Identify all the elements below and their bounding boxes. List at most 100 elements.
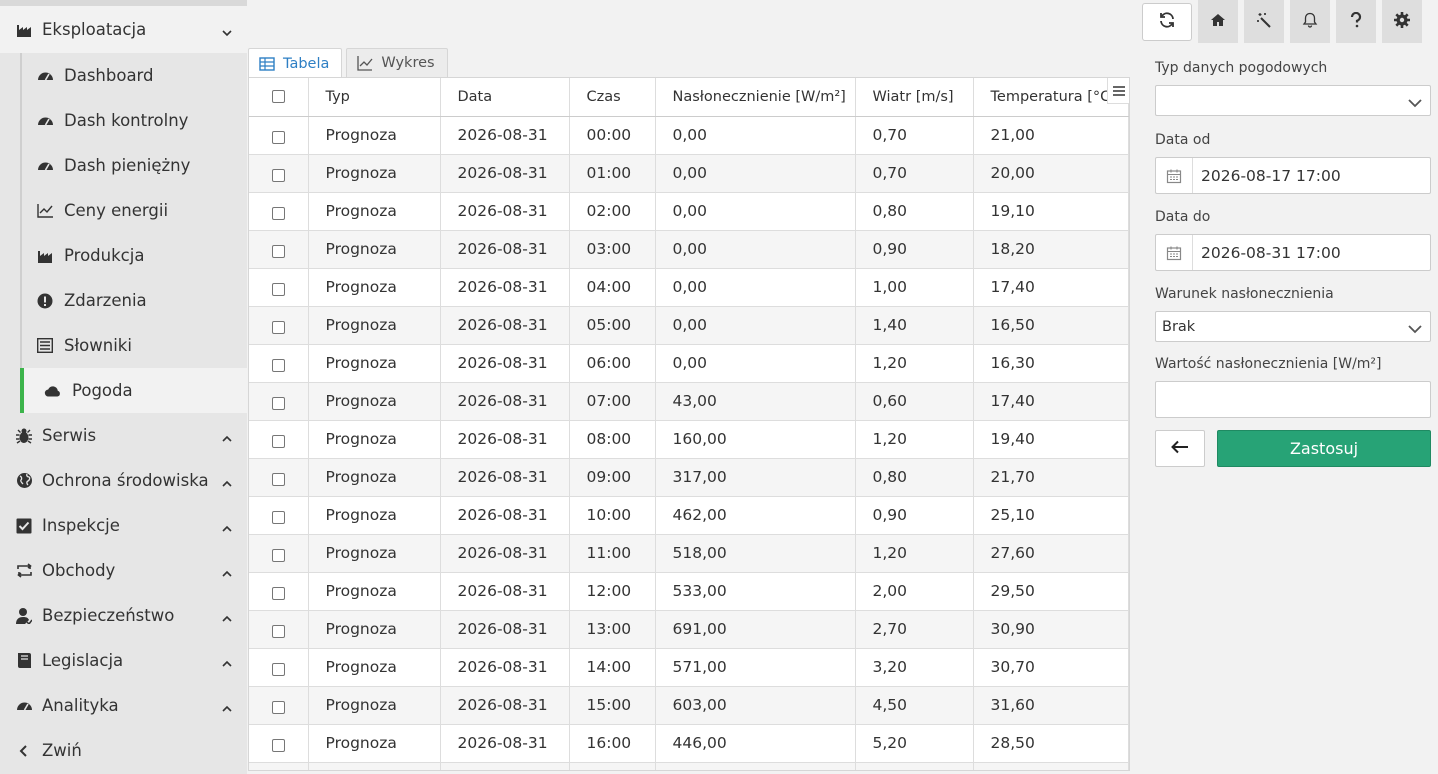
column-header-czas[interactable]: Czas bbox=[569, 78, 656, 117]
row-checkbox[interactable] bbox=[271, 359, 285, 372]
row-checkbox[interactable] bbox=[271, 435, 285, 448]
sidebar-section-serwis[interactable]: Serwis bbox=[0, 413, 247, 458]
sidebar-section-obchody[interactable]: Obchody bbox=[0, 548, 247, 593]
row-checkbox-cell[interactable] bbox=[249, 116, 309, 155]
row-checkbox[interactable] bbox=[271, 131, 285, 144]
column-header-naslonecznienie[interactable]: Nasłonecznienie [W/m²] bbox=[655, 78, 856, 117]
table-row[interactable]: Prognoza 2026-08-31 15:00 603,00 4,50 31,60 bbox=[249, 686, 1129, 725]
weather-type-select[interactable] bbox=[1155, 85, 1431, 116]
row-checkbox-cell[interactable] bbox=[249, 268, 309, 307]
row-checkbox-cell[interactable] bbox=[249, 382, 309, 421]
sidebar-item-dash-pieniężny[interactable]: Dash pieniężny bbox=[0, 143, 247, 188]
column-menu-button[interactable] bbox=[1107, 78, 1129, 104]
row-checkbox-cell[interactable] bbox=[249, 496, 309, 535]
row-checkbox[interactable] bbox=[271, 207, 285, 220]
table-row[interactable]: Prognoza 2026-08-31 02:00 0,00 0,80 19,10 bbox=[249, 192, 1129, 231]
row-checkbox-cell[interactable] bbox=[249, 420, 309, 459]
column-header-data[interactable]: Data bbox=[440, 78, 570, 117]
row-checkbox-cell[interactable] bbox=[249, 154, 309, 193]
row-checkbox[interactable] bbox=[271, 511, 285, 524]
row-checkbox-cell[interactable] bbox=[249, 344, 309, 383]
table-row[interactable]: Prognoza 2026-08-31 01:00 0,00 0,70 20,00 bbox=[249, 154, 1129, 193]
insolation-input[interactable] bbox=[1155, 381, 1431, 418]
tab-tabela[interactable]: Tabela bbox=[248, 48, 343, 78]
help-button[interactable] bbox=[1336, 0, 1376, 43]
table-row[interactable]: Prognoza 2026-08-31 05:00 0,00 1,40 16,50 bbox=[249, 306, 1129, 345]
tab-wykres[interactable]: Wykres bbox=[346, 48, 448, 77]
home-button[interactable] bbox=[1198, 0, 1238, 43]
select-all-checkbox-cell[interactable] bbox=[249, 78, 309, 117]
row-checkbox[interactable] bbox=[271, 663, 285, 676]
row-checkbox[interactable] bbox=[271, 397, 285, 410]
table-row[interactable]: Prognoza 2026-08-31 08:00 160,00 1,20 19,40 bbox=[249, 420, 1129, 459]
row-checkbox-cell[interactable] bbox=[249, 458, 309, 497]
row-checkbox[interactable] bbox=[271, 549, 285, 562]
row-checkbox-cell[interactable] bbox=[249, 724, 309, 763]
row-checkbox[interactable] bbox=[271, 169, 285, 182]
sidebar-item-zdarzenia[interactable]: Zdarzenia bbox=[0, 278, 247, 323]
table-row[interactable]: Prognoza 2026-08-31 00:00 0,00 0,70 21,00 bbox=[249, 116, 1129, 155]
condition-select[interactable]: Brak bbox=[1155, 311, 1431, 342]
sidebar-section-label: Ochrona środowiska bbox=[42, 471, 209, 490]
select-all-checkbox[interactable] bbox=[271, 90, 285, 104]
table-row[interactable]: Prognoza 2026-08-31 07:00 43,00 0,60 17,40 bbox=[249, 382, 1129, 421]
row-checkbox[interactable] bbox=[271, 739, 285, 752]
row-checkbox-cell[interactable] bbox=[249, 572, 309, 611]
row-checkbox[interactable] bbox=[271, 283, 285, 296]
sidebar-collapse[interactable]: Zwiń bbox=[0, 728, 247, 773]
sidebar-section-legislacja[interactable]: Legislacja bbox=[0, 638, 247, 683]
sidebar-item-słowniki[interactable]: Słowniki bbox=[0, 323, 247, 368]
table-row[interactable]: Prognoza 2026-08-31 10:00 462,00 0,90 25,10 bbox=[249, 496, 1129, 535]
table-row[interactable]: Prognoza 2026-08-31 09:00 317,00 0,80 21,70 bbox=[249, 458, 1129, 497]
sidebar-item-dashboard[interactable]: Dashboard bbox=[0, 53, 247, 98]
table-row[interactable]: Prognoza 2026-08-31 13:00 691,00 2,70 30,90 bbox=[249, 610, 1129, 649]
sidebar-section-eksploatacja[interactable]: Eksploatacja bbox=[0, 6, 247, 53]
table-row[interactable]: Prognoza 2026-08-31 06:00 0,00 1,20 16,30 bbox=[249, 344, 1129, 383]
table-row[interactable]: Prognoza 2026-08-31 16:00 446,00 5,20 28,50 bbox=[249, 724, 1129, 763]
sidebar-section-analityka[interactable]: Analityka bbox=[0, 683, 247, 728]
apply-button[interactable]: Zastosuj bbox=[1217, 430, 1431, 467]
row-checkbox[interactable] bbox=[271, 321, 285, 334]
row-checkbox-cell[interactable] bbox=[249, 230, 309, 269]
row-checkbox-cell[interactable] bbox=[249, 610, 309, 649]
date-to-field[interactable]: 2026-08-31 17:00 bbox=[1155, 234, 1431, 271]
line-chart-icon bbox=[36, 202, 54, 220]
column-header-temperatura[interactable]: Temperatura [°C] bbox=[973, 78, 1129, 117]
row-checkbox-cell[interactable] bbox=[249, 686, 309, 725]
cell-typ: Prognoza bbox=[308, 230, 441, 269]
row-checkbox[interactable] bbox=[271, 625, 285, 638]
row-checkbox-cell[interactable] bbox=[249, 648, 309, 687]
sidebar-section-bezpieczeństwo[interactable]: Bezpieczeństwo bbox=[0, 593, 247, 638]
sidebar-section-inspekcje[interactable]: Inspekcje bbox=[0, 503, 247, 548]
row-checkbox[interactable] bbox=[271, 473, 285, 486]
table-row[interactable]: Prognoza 2026-08-31 11:00 518,00 1,20 27,60 bbox=[249, 534, 1129, 573]
column-header-wiatr[interactable]: Wiatr [m/s] bbox=[855, 78, 974, 117]
sidebar-item-produkcja[interactable]: Produkcja bbox=[0, 233, 247, 278]
column-header-typ[interactable]: Typ bbox=[308, 78, 441, 117]
condition-label: Warunek nasłonecznienia bbox=[1155, 286, 1334, 302]
sidebar-subitems: Dashboard Dash kontrolny Dash pieniężny Cen… bbox=[0, 53, 247, 413]
table-row[interactable]: Prognoza 2026-08-31 03:00 0,00 0,90 18,20 bbox=[249, 230, 1129, 269]
table-row[interactable]: Prognoza 2026-08-31 14:00 571,00 3,20 30,70 bbox=[249, 648, 1129, 687]
magic-button[interactable] bbox=[1244, 0, 1284, 43]
row-checkbox[interactable] bbox=[271, 245, 285, 258]
row-checkbox[interactable] bbox=[271, 701, 285, 714]
sidebar-item-dash-kontrolny[interactable]: Dash kontrolny bbox=[0, 98, 247, 143]
settings-button[interactable] bbox=[1382, 0, 1422, 43]
date-from-field[interactable]: 2026-08-17 17:00 bbox=[1155, 157, 1431, 194]
row-checkbox-cell[interactable] bbox=[249, 192, 309, 231]
cell-wiatr: 2,00 bbox=[855, 572, 974, 611]
sidebar-item-pogoda[interactable]: Pogoda bbox=[20, 368, 247, 413]
back-button[interactable] bbox=[1155, 430, 1205, 467]
refresh-button[interactable] bbox=[1142, 3, 1192, 41]
table-row[interactable]: Prognoza 2026-08-31 04:00 0,00 1,00 17,40 bbox=[249, 268, 1129, 307]
sidebar-item-ceny-energii[interactable]: Ceny energii bbox=[0, 188, 247, 233]
calendar-icon[interactable] bbox=[1156, 235, 1193, 270]
row-checkbox-cell[interactable] bbox=[249, 534, 309, 573]
row-checkbox-cell[interactable] bbox=[249, 306, 309, 345]
calendar-icon[interactable] bbox=[1156, 158, 1193, 193]
row-checkbox[interactable] bbox=[271, 587, 285, 600]
sidebar-section-ochrona-środowiska[interactable]: Ochrona środowiska bbox=[0, 458, 247, 503]
table-row[interactable]: Prognoza 2026-08-31 12:00 533,00 2,00 29,50 bbox=[249, 572, 1129, 611]
notifications-button[interactable] bbox=[1290, 0, 1330, 43]
